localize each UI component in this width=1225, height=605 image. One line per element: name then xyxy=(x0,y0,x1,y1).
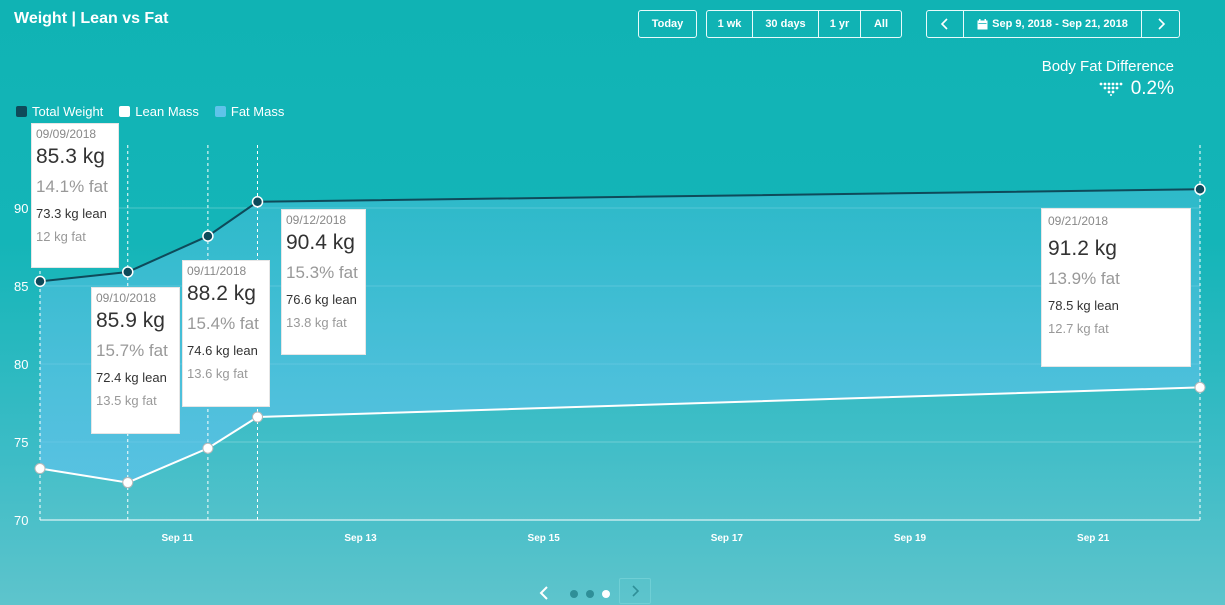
x-tick-label: Sep 15 xyxy=(528,533,561,544)
tooltip-weight: 88.2 kg xyxy=(187,282,256,305)
tooltip-fat: 13.8 kg fat xyxy=(286,315,347,330)
tooltip-weight: 90.4 kg xyxy=(286,231,355,254)
series-point-0-3 xyxy=(251,196,264,208)
tooltip-weight: 91.2 kg xyxy=(1048,237,1117,260)
tooltip-date: 09/11/2018 xyxy=(187,264,247,278)
tooltip-fat: 12 kg fat xyxy=(36,229,86,244)
pager-next-icon xyxy=(632,585,640,597)
tooltip-0912: 09/12/2018 90.4 kg 15.3% fat 76.6 kg lea… xyxy=(281,209,366,355)
tooltip-lean: 74.6 kg lean xyxy=(187,343,258,358)
x-tick-label: Sep 19 xyxy=(894,533,927,544)
series-point-1-1 xyxy=(122,477,134,489)
tooltip-0921: 09/21/2018 91.2 kg 13.9% fat 78.5 kg lea… xyxy=(1041,208,1191,367)
tooltip-date: 09/21/2018 xyxy=(1048,214,1109,228)
x-tick-label: Sep 11 xyxy=(162,533,194,544)
series-point-1-4 xyxy=(1194,381,1206,393)
series-point-0-1 xyxy=(122,266,134,278)
series-point-1-2 xyxy=(202,442,214,454)
tooltip-0909: 09/09/2018 85.3 kg 14.1% fat 73.3 kg lea… xyxy=(31,123,119,268)
tooltip-fat-percent: 15.3% fat xyxy=(286,263,358,282)
tooltip-lean: 72.4 kg lean xyxy=(96,370,167,385)
tooltip-fat: 13.5 kg fat xyxy=(96,393,157,408)
tooltip-date: 09/10/2018 xyxy=(96,291,157,305)
series-point-1-3 xyxy=(252,411,263,423)
series-point-1-0 xyxy=(34,463,46,475)
tooltip-lean: 78.5 kg lean xyxy=(1048,298,1119,313)
tooltip-weight: 85.9 kg xyxy=(96,309,165,332)
series-point-0-4 xyxy=(1194,183,1206,196)
y-tick-label-70: 70 xyxy=(14,513,28,528)
tooltip-0911: 09/11/2018 88.2 kg 15.4% fat 74.6 kg lea… xyxy=(182,260,270,407)
series-point-0-2 xyxy=(202,230,214,242)
pager-dot-1[interactable] xyxy=(570,590,578,598)
tooltip-0910: 09/10/2018 85.9 kg 15.7% fat 72.4 kg lea… xyxy=(91,287,180,434)
pager-dot-3[interactable] xyxy=(602,590,610,598)
tooltip-fat: 13.6 kg fat xyxy=(187,366,248,381)
pager-next-button[interactable] xyxy=(619,578,651,604)
tooltip-fat: 12.7 kg fat xyxy=(1048,321,1109,336)
tooltip-lean: 76.6 kg lean xyxy=(286,292,357,307)
y-tick-label-80: 80 xyxy=(14,357,28,372)
series-point-0-0 xyxy=(34,275,46,288)
tooltip-lean: 73.3 kg lean xyxy=(36,206,107,221)
x-tick-label: Sep 17 xyxy=(711,533,744,544)
tooltip-fat-percent: 14.1% fat xyxy=(36,177,108,196)
tooltip-date: 09/09/2018 xyxy=(36,127,97,141)
pager-dot-2[interactable] xyxy=(586,590,594,598)
tooltip-fat-percent: 15.7% fat xyxy=(96,341,168,360)
tooltip-weight: 85.3 kg xyxy=(36,145,105,168)
tooltip-fat-percent: 13.9% fat xyxy=(1048,269,1120,288)
pager-prev-icon[interactable] xyxy=(538,585,550,601)
tooltip-fat-percent: 15.4% fat xyxy=(187,314,259,333)
x-tick-label: Sep 13 xyxy=(344,533,377,544)
y-tick-label-90: 90 xyxy=(14,201,28,216)
y-tick-label-85: 85 xyxy=(14,279,28,294)
x-tick-label: Sep 21 xyxy=(1077,533,1110,544)
tooltip-date: 09/12/2018 xyxy=(286,213,347,227)
y-tick-label-75: 75 xyxy=(14,435,28,450)
carousel-pager xyxy=(0,578,1225,604)
